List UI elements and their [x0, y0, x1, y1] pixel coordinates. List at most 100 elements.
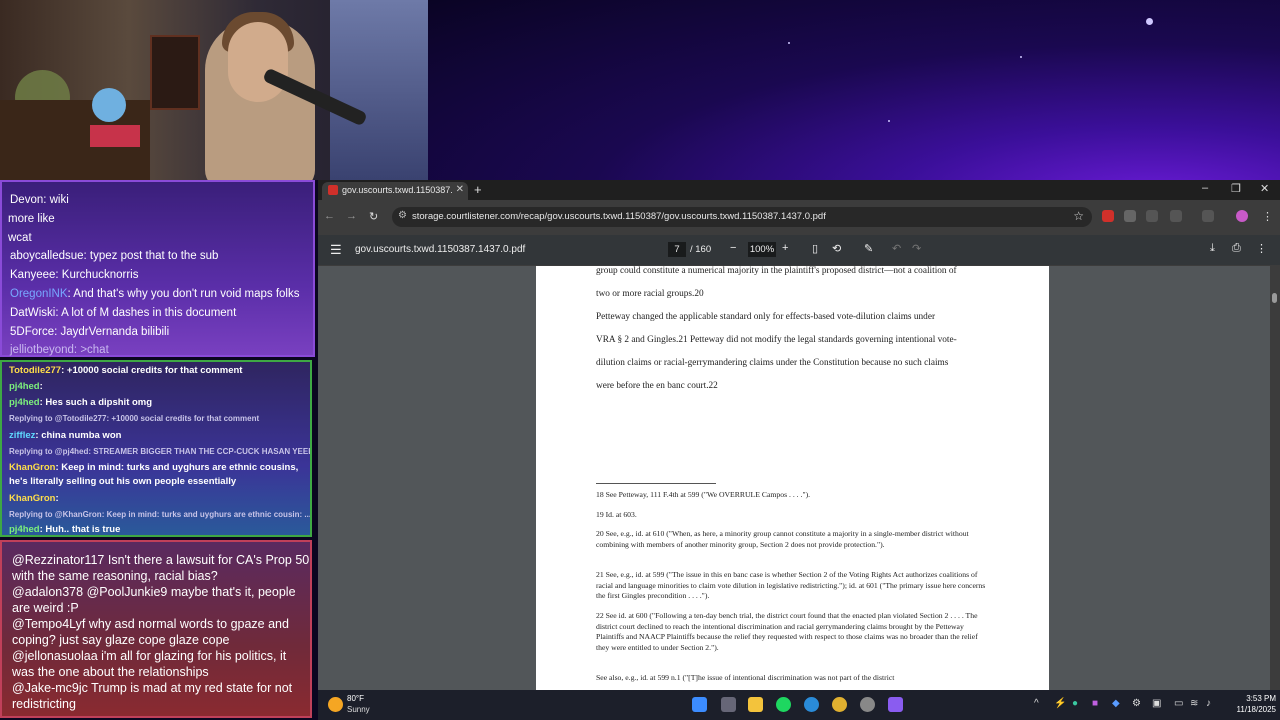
star	[1146, 18, 1153, 25]
tray-icon[interactable]: ⚙	[1132, 698, 1141, 709]
chevron-up-icon[interactable]: ^	[1034, 698, 1039, 709]
star	[788, 42, 790, 44]
download-icon[interactable]: ⤓	[1210, 242, 1215, 255]
scrollbar-thumb[interactable]	[1272, 293, 1277, 303]
footnote-divider	[596, 483, 716, 484]
rotate-icon[interactable]: ⟲	[832, 242, 841, 255]
bookmark-star-icon[interactable]: ☆	[1073, 209, 1084, 223]
reply-context: Replying to @pj4hed: STREAMER BIGGER THA…	[9, 447, 312, 456]
extensions-puzzle-icon[interactable]	[1170, 210, 1182, 222]
chat-message: Kanyeee: Kurchucknorris	[10, 269, 139, 281]
maximize-button[interactable]: ❐	[1231, 182, 1241, 195]
tray-icon[interactable]: ●	[1072, 698, 1078, 709]
zoom-input[interactable]: 100%	[748, 242, 776, 257]
profile-avatar[interactable]	[1236, 210, 1248, 222]
chat-message: pj4hed: Huh.. that is true	[9, 524, 120, 535]
tray-icon[interactable]: ◆	[1112, 698, 1120, 709]
chat-username: @adalon378	[12, 585, 84, 599]
forward-icon[interactable]: →	[346, 210, 357, 222]
page-total: / 160	[690, 244, 712, 255]
chat-text: : And that's why you don't run void maps…	[67, 288, 300, 300]
clock-date[interactable]: 11/18/2025	[1220, 705, 1276, 714]
task-view-icon[interactable]	[721, 697, 736, 712]
close-window-button[interactable]: ✕	[1260, 182, 1269, 195]
edge-icon[interactable]	[804, 697, 819, 712]
zoom-out-button[interactable]: −	[730, 242, 736, 254]
chat-text: :	[55, 493, 59, 504]
menu-icon[interactable]: ☰	[330, 242, 342, 258]
fit-page-icon[interactable]: ▯	[812, 242, 818, 255]
volume-icon[interactable]: ♪	[1206, 698, 1211, 709]
chat-message: pj4hed:	[9, 381, 43, 392]
site-info-icon[interactable]: ⚙	[398, 210, 407, 221]
scrollbar[interactable]	[1270, 266, 1280, 690]
extension-icon[interactable]	[1102, 210, 1114, 222]
print-icon[interactable]: ⎙	[1232, 242, 1241, 255]
chat-message: 5DForce: JaydrVernanda bilibili	[10, 326, 170, 338]
annotate-icon[interactable]: ✎	[864, 242, 873, 255]
chat-message: he's literally selling out his own peopl…	[9, 476, 237, 487]
app-icon[interactable]	[888, 697, 903, 712]
minimize-button[interactable]: –	[1202, 182, 1208, 194]
toy-figure	[92, 88, 126, 122]
chat-message: @Rezzinator117 Isn't there a lawsuit for…	[12, 552, 310, 584]
extension-icon[interactable]	[1124, 210, 1136, 222]
obs-icon[interactable]	[860, 697, 875, 712]
footnote: See also, e.g., id. at 599 n.1 ("[T]he i…	[596, 673, 895, 682]
chat-message: @Jake-mc9jc Trump is mad at my red state…	[12, 680, 310, 712]
new-tab-button[interactable]: +	[474, 182, 482, 197]
redo-icon[interactable]: ↷	[912, 242, 921, 255]
chat-username: @Jake-mc9jc	[12, 681, 88, 695]
pdf-filename: gov.uscourts.txwd.1150387.1437.0.pdf	[355, 244, 526, 255]
url-field[interactable]: ⚙ storage.courtlistener.com/recap/gov.us…	[392, 207, 1092, 227]
zoom-in-button[interactable]: +	[782, 242, 788, 254]
body-text-line: group could constitute a numerical major…	[596, 266, 957, 276]
chat-text: :	[39, 381, 43, 392]
chat-username: pj4hed	[9, 397, 40, 408]
side-panel-icon[interactable]	[1202, 210, 1214, 222]
close-icon[interactable]: ✕	[456, 184, 464, 195]
tray-icon[interactable]: ▣	[1152, 698, 1161, 709]
chat-text: : china numba won	[35, 430, 122, 441]
pdf-viewport[interactable]: group could constitute a numerical major…	[318, 266, 1280, 690]
undo-icon[interactable]: ↶	[892, 242, 901, 255]
wifi-icon[interactable]: ≋	[1190, 698, 1198, 709]
tray-icon[interactable]: ⚡	[1054, 698, 1066, 709]
chat-message: DatWiski: A lot of M dashes in this docu…	[10, 307, 237, 319]
page-number-input[interactable]: 7	[668, 242, 686, 257]
body-text-line: Petteway changed the applicable standard…	[596, 312, 936, 322]
extension-icon[interactable]	[1146, 210, 1158, 222]
reload-icon[interactable]: ↻	[369, 210, 378, 223]
body-text-line: dilution claims or racial-gerrymandering…	[596, 358, 949, 368]
footnote: 20 See, e.g., id. at 610 ("When, as here…	[596, 529, 969, 549]
chat-username: Totodile277	[9, 365, 62, 376]
background-window	[330, 0, 428, 180]
browser-window: gov.uscourts.txwd.1150387.14 ✕ + – ❐ ✕ ←…	[318, 180, 1280, 690]
file-explorer-icon[interactable]	[748, 697, 763, 712]
chat-message: OregonINK: And that's why you don't run …	[10, 288, 300, 300]
chat-username: zifflez	[9, 430, 36, 441]
more-options-icon[interactable]: ⋮	[1256, 242, 1267, 255]
body-text-line: were before the en banc court.22	[596, 381, 718, 391]
chat-panel-mid: Totodile277: +10000 social credits for t…	[0, 360, 312, 537]
chat-text: : Huh.. that is true	[39, 524, 121, 535]
chat-message: @Tempo4Lyf why asd normal words to gpaze…	[12, 616, 310, 648]
chrome-icon[interactable]	[832, 697, 847, 712]
tray-icon[interactable]: ■	[1092, 698, 1098, 709]
sun-icon[interactable]	[328, 697, 343, 712]
chat-message: more like	[8, 213, 55, 225]
chat-message: @adalon378 @PoolJunkie9 maybe that's it,…	[12, 584, 310, 616]
browser-tab[interactable]: gov.uscourts.txwd.1150387.14 ✕	[322, 182, 468, 200]
chat-username: @Rezzinator117	[12, 553, 105, 567]
webcam-feed	[0, 0, 428, 180]
menu-dots-icon[interactable]: ⋮	[1262, 210, 1273, 223]
chat-username: KhanGron	[9, 493, 56, 504]
chat-username: @jellonasuolaa	[12, 649, 98, 663]
back-icon[interactable]: ←	[324, 210, 335, 222]
spotify-icon[interactable]	[776, 697, 791, 712]
chat-message: aboycalledsue: typez post that to the su…	[10, 250, 219, 262]
chat-message: KhanGron:	[9, 493, 59, 504]
clock-time[interactable]: 3:53 PM	[1230, 694, 1276, 703]
display-icon[interactable]: ▭	[1174, 698, 1183, 709]
start-icon[interactable]	[692, 697, 707, 712]
